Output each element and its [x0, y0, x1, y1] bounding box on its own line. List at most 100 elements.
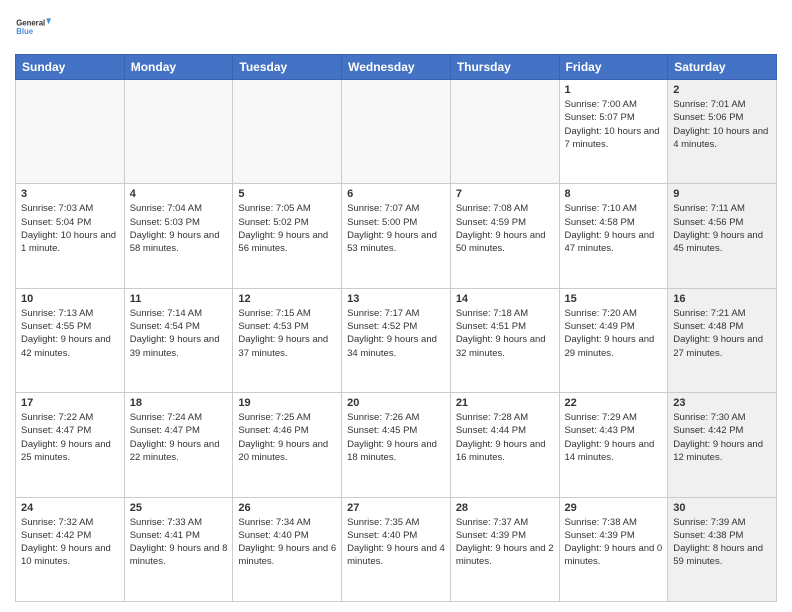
weekday-header: Friday: [559, 55, 668, 80]
day-info: Sunrise: 7:21 AM Sunset: 4:48 PM Dayligh…: [673, 307, 771, 360]
calendar-cell: 4 Sunrise: 7:04 AM Sunset: 5:03 PM Daylig…: [124, 184, 233, 288]
calendar-cell: 11 Sunrise: 7:14 AM Sunset: 4:54 PM Dayli…: [124, 288, 233, 392]
day-number: 13: [347, 293, 445, 305]
day-info: Sunrise: 7:15 AM Sunset: 4:53 PM Dayligh…: [238, 307, 336, 360]
day-info: Sunrise: 7:20 AM Sunset: 4:49 PM Dayligh…: [565, 307, 663, 360]
day-info: Sunrise: 7:03 AM Sunset: 5:04 PM Dayligh…: [21, 202, 119, 255]
day-info: Sunrise: 7:25 AM Sunset: 4:46 PM Dayligh…: [238, 411, 336, 464]
calendar-cell: 6 Sunrise: 7:07 AM Sunset: 5:00 PM Daylig…: [342, 184, 451, 288]
calendar-cell: 14 Sunrise: 7:18 AM Sunset: 4:51 PM Dayli…: [450, 288, 559, 392]
day-number: 27: [347, 502, 445, 514]
day-number: 2: [673, 84, 771, 96]
day-info: Sunrise: 7:04 AM Sunset: 5:03 PM Dayligh…: [130, 202, 228, 255]
calendar-cell: 16 Sunrise: 7:21 AM Sunset: 4:48 PM Dayli…: [668, 288, 777, 392]
calendar-cell: [233, 80, 342, 184]
calendar-cell: 27 Sunrise: 7:35 AM Sunset: 4:40 PM Dayli…: [342, 497, 451, 601]
day-info: Sunrise: 7:07 AM Sunset: 5:00 PM Dayligh…: [347, 202, 445, 255]
calendar-cell: 24 Sunrise: 7:32 AM Sunset: 4:42 PM Dayli…: [16, 497, 125, 601]
day-number: 1: [565, 84, 663, 96]
calendar-cell: 8 Sunrise: 7:10 AM Sunset: 4:58 PM Daylig…: [559, 184, 668, 288]
calendar-cell: [124, 80, 233, 184]
day-info: Sunrise: 7:00 AM Sunset: 5:07 PM Dayligh…: [565, 98, 663, 151]
day-number: 5: [238, 188, 336, 200]
calendar-cell: 7 Sunrise: 7:08 AM Sunset: 4:59 PM Daylig…: [450, 184, 559, 288]
calendar-cell: 10Sunrise: 7:13 AM Sunset: 4:55 PM Dayli…: [16, 288, 125, 392]
weekday-header: Monday: [124, 55, 233, 80]
calendar-cell: 12 Sunrise: 7:15 AM Sunset: 4:53 PM Dayli…: [233, 288, 342, 392]
calendar-cell: 28 Sunrise: 7:37 AM Sunset: 4:39 PM Dayli…: [450, 497, 559, 601]
day-info: Sunrise: 7:05 AM Sunset: 5:02 PM Dayligh…: [238, 202, 336, 255]
day-info: Sunrise: 7:33 AM Sunset: 4:41 PM Dayligh…: [130, 516, 228, 569]
calendar-cell: 20 Sunrise: 7:26 AM Sunset: 4:45 PM Dayli…: [342, 393, 451, 497]
day-number: 25: [130, 502, 228, 514]
day-number: 4: [130, 188, 228, 200]
day-info: Sunrise: 7:10 AM Sunset: 4:58 PM Dayligh…: [565, 202, 663, 255]
day-number: 23: [673, 397, 771, 409]
calendar-cell: 25 Sunrise: 7:33 AM Sunset: 4:41 PM Dayli…: [124, 497, 233, 601]
day-number: 20: [347, 397, 445, 409]
weekday-header: Wednesday: [342, 55, 451, 80]
day-number: 28: [456, 502, 554, 514]
calendar: SundayMondayTuesdayWednesdayThursdayFrid…: [15, 54, 777, 602]
day-info: Sunrise: 7:14 AM Sunset: 4:54 PM Dayligh…: [130, 307, 228, 360]
day-info: Sunrise: 7:08 AM Sunset: 4:59 PM Dayligh…: [456, 202, 554, 255]
day-info: Sunrise: 7:22 AM Sunset: 4:47 PM Dayligh…: [21, 411, 119, 464]
logo: General Blue: [15, 10, 51, 46]
day-number: 21: [456, 397, 554, 409]
day-number: 11: [130, 293, 228, 305]
day-info: Sunrise: 7:30 AM Sunset: 4:42 PM Dayligh…: [673, 411, 771, 464]
day-number: 9: [673, 188, 771, 200]
day-number: 17: [21, 397, 119, 409]
calendar-cell: 23 Sunrise: 7:30 AM Sunset: 4:42 PM Dayli…: [668, 393, 777, 497]
calendar-cell: 15 Sunrise: 7:20 AM Sunset: 4:49 PM Dayli…: [559, 288, 668, 392]
calendar-cell: 22 Sunrise: 7:29 AM Sunset: 4:43 PM Dayli…: [559, 393, 668, 497]
calendar-cell: 26Sunrise: 7:34 AM Sunset: 4:40 PM Dayli…: [233, 497, 342, 601]
calendar-cell: [342, 80, 451, 184]
weekday-header: Tuesday: [233, 55, 342, 80]
day-number: 12: [238, 293, 336, 305]
day-number: 24: [21, 502, 119, 514]
day-info: Sunrise: 7:18 AM Sunset: 4:51 PM Dayligh…: [456, 307, 554, 360]
day-info: Sunrise: 7:28 AM Sunset: 4:44 PM Dayligh…: [456, 411, 554, 464]
svg-text:General: General: [16, 19, 45, 28]
day-number: 16: [673, 293, 771, 305]
day-number: 29: [565, 502, 663, 514]
calendar-cell: 29 Sunrise: 7:38 AM Sunset: 4:39 PM Dayli…: [559, 497, 668, 601]
day-number: 6: [347, 188, 445, 200]
day-number: 18: [130, 397, 228, 409]
day-number: 26: [238, 502, 336, 514]
day-number: 19: [238, 397, 336, 409]
day-info: Sunrise: 7:29 AM Sunset: 4:43 PM Dayligh…: [565, 411, 663, 464]
calendar-cell: 13 Sunrise: 7:17 AM Sunset: 4:52 PM Dayli…: [342, 288, 451, 392]
weekday-header: Sunday: [16, 55, 125, 80]
calendar-cell: 30Sunrise: 7:39 AM Sunset: 4:38 PM Dayli…: [668, 497, 777, 601]
day-info: Sunrise: 7:32 AM Sunset: 4:42 PM Dayligh…: [21, 516, 119, 569]
day-info: Sunrise: 7:17 AM Sunset: 4:52 PM Dayligh…: [347, 307, 445, 360]
day-info: Sunrise: 7:26 AM Sunset: 4:45 PM Dayligh…: [347, 411, 445, 464]
day-info: Sunrise: 7:37 AM Sunset: 4:39 PM Dayligh…: [456, 516, 554, 569]
day-number: 7: [456, 188, 554, 200]
logo-svg: General Blue: [15, 10, 51, 46]
day-info: Sunrise: 7:01 AM Sunset: 5:06 PM Dayligh…: [673, 98, 771, 151]
day-number: 15: [565, 293, 663, 305]
calendar-cell: 19 Sunrise: 7:25 AM Sunset: 4:46 PM Dayli…: [233, 393, 342, 497]
day-number: 30: [673, 502, 771, 514]
weekday-header: Thursday: [450, 55, 559, 80]
calendar-cell: [16, 80, 125, 184]
day-number: 14: [456, 293, 554, 305]
weekday-header: Saturday: [668, 55, 777, 80]
day-info: Sunrise: 7:35 AM Sunset: 4:40 PM Dayligh…: [347, 516, 445, 569]
calendar-cell: 17 Sunrise: 7:22 AM Sunset: 4:47 PM Dayli…: [16, 393, 125, 497]
calendar-cell: [450, 80, 559, 184]
day-info: Sunrise: 7:11 AM Sunset: 4:56 PM Dayligh…: [673, 202, 771, 255]
calendar-cell: 5 Sunrise: 7:05 AM Sunset: 5:02 PM Daylig…: [233, 184, 342, 288]
day-info: Sunrise: 7:38 AM Sunset: 4:39 PM Dayligh…: [565, 516, 663, 569]
calendar-cell: 1 Sunrise: 7:00 AM Sunset: 5:07 PM Daylig…: [559, 80, 668, 184]
calendar-cell: 3 Sunrise: 7:03 AM Sunset: 5:04 PM Daylig…: [16, 184, 125, 288]
day-number: 8: [565, 188, 663, 200]
day-info: Sunrise: 7:24 AM Sunset: 4:47 PM Dayligh…: [130, 411, 228, 464]
day-number: 22: [565, 397, 663, 409]
day-number: 3: [21, 188, 119, 200]
calendar-cell: 18 Sunrise: 7:24 AM Sunset: 4:47 PM Dayli…: [124, 393, 233, 497]
calendar-cell: 2 Sunrise: 7:01 AM Sunset: 5:06 PM Daylig…: [668, 80, 777, 184]
